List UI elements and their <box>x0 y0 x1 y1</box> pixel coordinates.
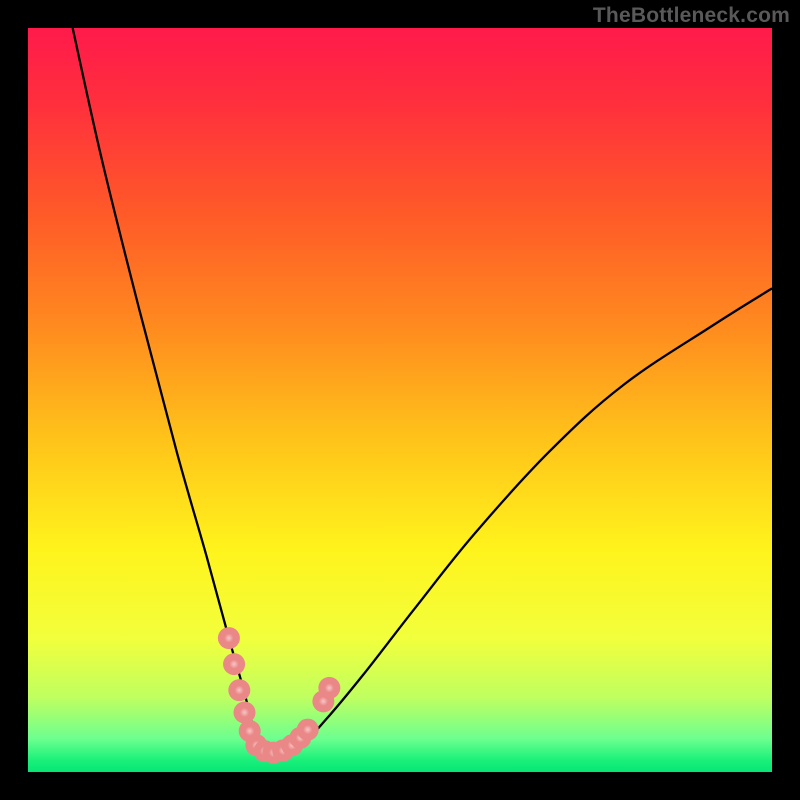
data-point <box>228 679 250 701</box>
gradient-background <box>28 28 772 772</box>
data-point <box>223 653 245 675</box>
data-point <box>318 677 340 699</box>
chart-svg <box>28 28 772 772</box>
data-point <box>234 701 256 723</box>
data-point <box>297 719 319 741</box>
data-point <box>218 627 240 649</box>
chart-frame: TheBottleneck.com <box>0 0 800 800</box>
watermark-label: TheBottleneck.com <box>593 4 790 28</box>
plot-area <box>28 28 772 772</box>
